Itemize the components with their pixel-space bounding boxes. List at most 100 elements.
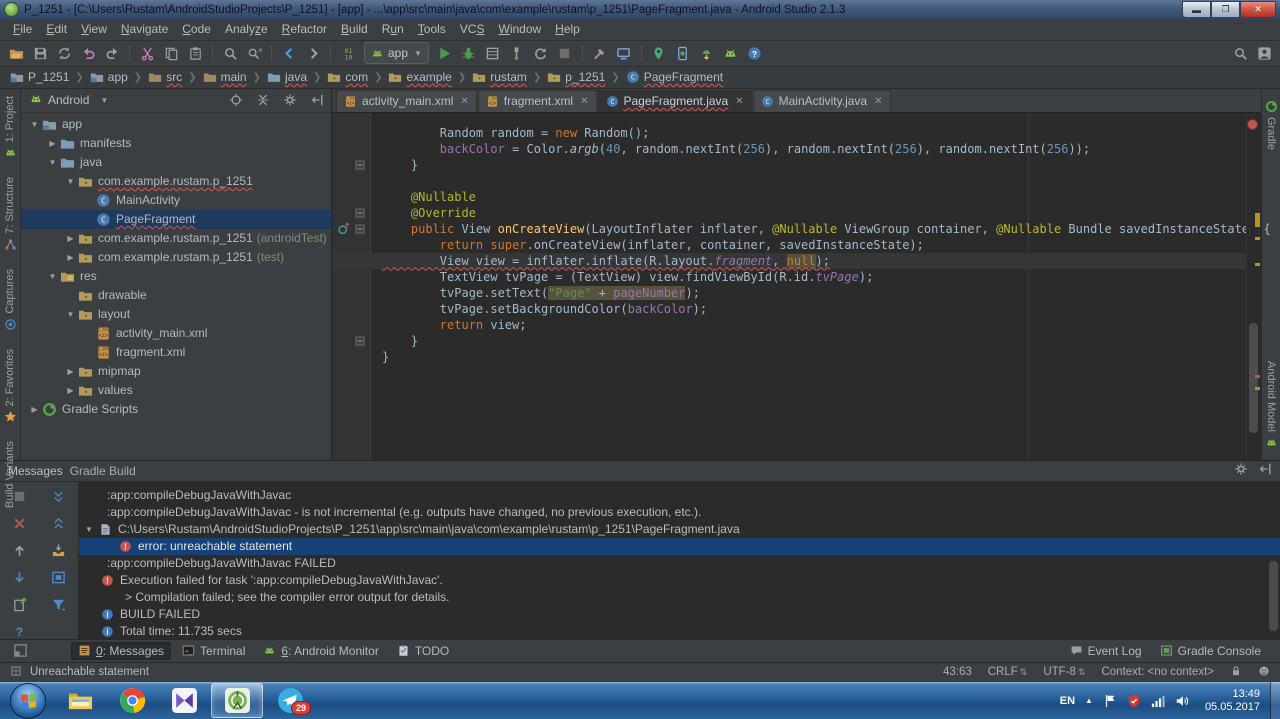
error-stripe-mark[interactable] [1255, 374, 1260, 378]
messages-expandall-button[interactable] [47, 486, 71, 508]
override-method-icon[interactable] [337, 222, 350, 235]
messages-filter-button[interactable] [47, 594, 71, 616]
messages-arrdown-button[interactable] [8, 567, 32, 589]
messages-export-button[interactable] [8, 594, 32, 616]
breadcrumb-item-P_1251[interactable]: P_1251 [6, 69, 73, 85]
taskbar-kmplayer-button[interactable] [159, 684, 209, 717]
project-panel-gear-icon[interactable] [281, 91, 299, 109]
message-row[interactable]: > Compilation failed; see the compiler e… [79, 589, 1280, 606]
show-desktop-button[interactable] [1270, 682, 1280, 719]
scrollbar-thumb[interactable] [1249, 322, 1258, 433]
error-stripe-mark[interactable] [1255, 212, 1260, 227]
toolbar-debug-button[interactable] [458, 42, 480, 64]
antivirus-icon[interactable] [1127, 694, 1141, 708]
tree-collapsed-arrow-icon[interactable]: ▶ [45, 139, 60, 148]
line-ending-selector[interactable]: CRLF ⇅ [988, 666, 1028, 678]
start-button[interactable] [10, 682, 46, 719]
tray-expand-icon[interactable]: ▲ [1085, 696, 1093, 705]
message-row[interactable]: :app:compileDebugJavaWithJavac - is not … [79, 504, 1280, 521]
error-indicator-badge[interactable] [1247, 118, 1258, 130]
project-view-selector[interactable]: Android ▼ [29, 92, 108, 109]
breadcrumb-item-p_1251[interactable]: p_1251 [543, 69, 609, 85]
chevron-down-icon[interactable]: ▼ [85, 525, 99, 534]
tab-close-icon[interactable]: ✕ [874, 96, 882, 107]
toolbar-attach-button[interactable] [506, 42, 528, 64]
error-stripe-mark[interactable] [1255, 236, 1260, 240]
menu-item-help[interactable]: Help [548, 20, 587, 38]
taskbar-explorer-button[interactable] [55, 684, 105, 717]
breadcrumb-item-src[interactable]: src [144, 69, 186, 85]
tree-item-gradle-scripts[interactable]: ▶ Gradle Scripts [21, 400, 331, 419]
tree-collapsed-arrow-icon[interactable]: ▶ [63, 386, 78, 395]
project-panel-collapse-icon[interactable] [254, 91, 272, 109]
menu-item-window[interactable]: Window [491, 20, 548, 38]
menu-item-code[interactable]: Code [175, 20, 218, 38]
breadcrumb-item-example[interactable]: example [384, 69, 455, 85]
toolbar-replace-button[interactable]: A [243, 42, 265, 64]
tree-item-drawable[interactable]: drawable [21, 286, 331, 305]
project-panel-target-icon[interactable] [227, 91, 245, 109]
toolbar-sync-button[interactable] [53, 42, 75, 64]
toolbar-open-button[interactable] [5, 42, 27, 64]
close-button[interactable]: ✕ [1240, 1, 1276, 19]
tree-item-java[interactable]: ▼ java [21, 153, 331, 172]
tree-collapsed-arrow-icon[interactable]: ▶ [63, 367, 78, 376]
fold-marker-icon[interactable] [355, 224, 365, 234]
tree-collapsed-arrow-icon[interactable]: ▶ [27, 405, 42, 414]
tree-item-mainactivity[interactable]: C MainActivity [21, 191, 331, 210]
toolwindow-button-1-project[interactable]: 1: Project [4, 96, 17, 163]
message-row[interactable]: ! error: unreachable statement [79, 537, 1280, 555]
toolbar-cut-button[interactable] [136, 42, 158, 64]
tab-activity-main-xml[interactable]: </> activity_main.xml ✕ [336, 89, 477, 112]
toolwindow-button-terminal[interactable]: >_ Terminal [175, 642, 252, 660]
toolwindow-button-gradle-console[interactable]: Gradle Console [1153, 642, 1268, 660]
editor-scrollbar[interactable] [1246, 112, 1261, 460]
tree-item-res[interactable]: ▼ res [21, 267, 331, 286]
toolbar-forward-button[interactable] [302, 42, 324, 64]
toolbar-coverage-button[interactable] [482, 42, 504, 64]
tree-expanded-arrow-icon[interactable]: ▼ [63, 310, 78, 319]
toolbar-paste-button[interactable] [184, 42, 206, 64]
toolbar-stop-button[interactable] [554, 42, 576, 64]
toolbar-back-button[interactable] [278, 42, 300, 64]
menu-item-run[interactable]: Run [375, 20, 411, 38]
toolbar-avatar-button[interactable] [1253, 42, 1275, 64]
toolbar-devices-button[interactable] [613, 42, 635, 64]
message-row[interactable]: i Total time: 11.735 secs [79, 623, 1280, 639]
code-editor[interactable]: Random random = new Random(); backColor … [332, 112, 1271, 460]
message-row[interactable]: :app:compileDebugJavaWithJavac FAILED [79, 555, 1280, 572]
messages-arrup-button[interactable] [8, 540, 32, 562]
taskbar-clock[interactable]: 13:49 05.05.2017 [1199, 688, 1260, 714]
menu-item-file[interactable]: File [6, 20, 39, 38]
menu-item-navigate[interactable]: Navigate [114, 20, 175, 38]
tree-expanded-arrow-icon[interactable]: ▼ [45, 158, 60, 167]
tree-expanded-arrow-icon[interactable]: ▼ [63, 177, 78, 186]
tree-item-values[interactable]: ▶ values [21, 381, 331, 400]
project-panel-hide-icon[interactable] [308, 91, 326, 109]
hide-toolwindow-icon[interactable] [1258, 462, 1272, 479]
tree-item-activity-main-xml[interactable]: </> activity_main.xml [21, 324, 331, 343]
language-indicator[interactable]: EN [1060, 695, 1075, 707]
tree-item-app[interactable]: ▼ app [21, 115, 331, 134]
fold-marker-icon[interactable] [355, 160, 365, 170]
menu-item-analyze[interactable]: Analyze [218, 20, 275, 38]
toolwindow-button-2-favorites[interactable]: 2: Favorites [4, 349, 17, 427]
messages-scrollbar-thumb[interactable] [1269, 560, 1278, 631]
error-stripe-mark[interactable] [1255, 262, 1260, 266]
run-configuration-combo[interactable]: app ▼ [364, 42, 429, 65]
toolbar-undo-button[interactable] [77, 42, 99, 64]
hector-icon[interactable] [1258, 665, 1270, 680]
toolwindow-button-6-android-monitor[interactable]: 6: Android Monitor [256, 642, 385, 660]
toolbar-help-button[interactable]: ? [744, 42, 766, 64]
tree-item-mipmap[interactable]: ▶ mipmap [21, 362, 331, 381]
message-row[interactable]: i BUILD FAILED [79, 606, 1280, 623]
toolbar-tools-button[interactable] [589, 42, 611, 64]
toolwindow-button-7-structure[interactable]: 7: Structure [4, 177, 17, 255]
taskbar-android-studio-button[interactable] [211, 683, 263, 718]
tree-expanded-arrow-icon[interactable]: ▼ [45, 272, 60, 281]
tree-collapsed-arrow-icon[interactable]: ▶ [63, 234, 78, 243]
message-row[interactable]: ▼ C:\Users\Rustam\AndroidStudioProjects\P… [79, 521, 1280, 538]
toolbar-restart-button[interactable] [530, 42, 552, 64]
tree-expanded-arrow-icon[interactable]: ▼ [27, 120, 42, 129]
encoding-selector[interactable]: UTF-8 ⇅ [1043, 666, 1085, 678]
